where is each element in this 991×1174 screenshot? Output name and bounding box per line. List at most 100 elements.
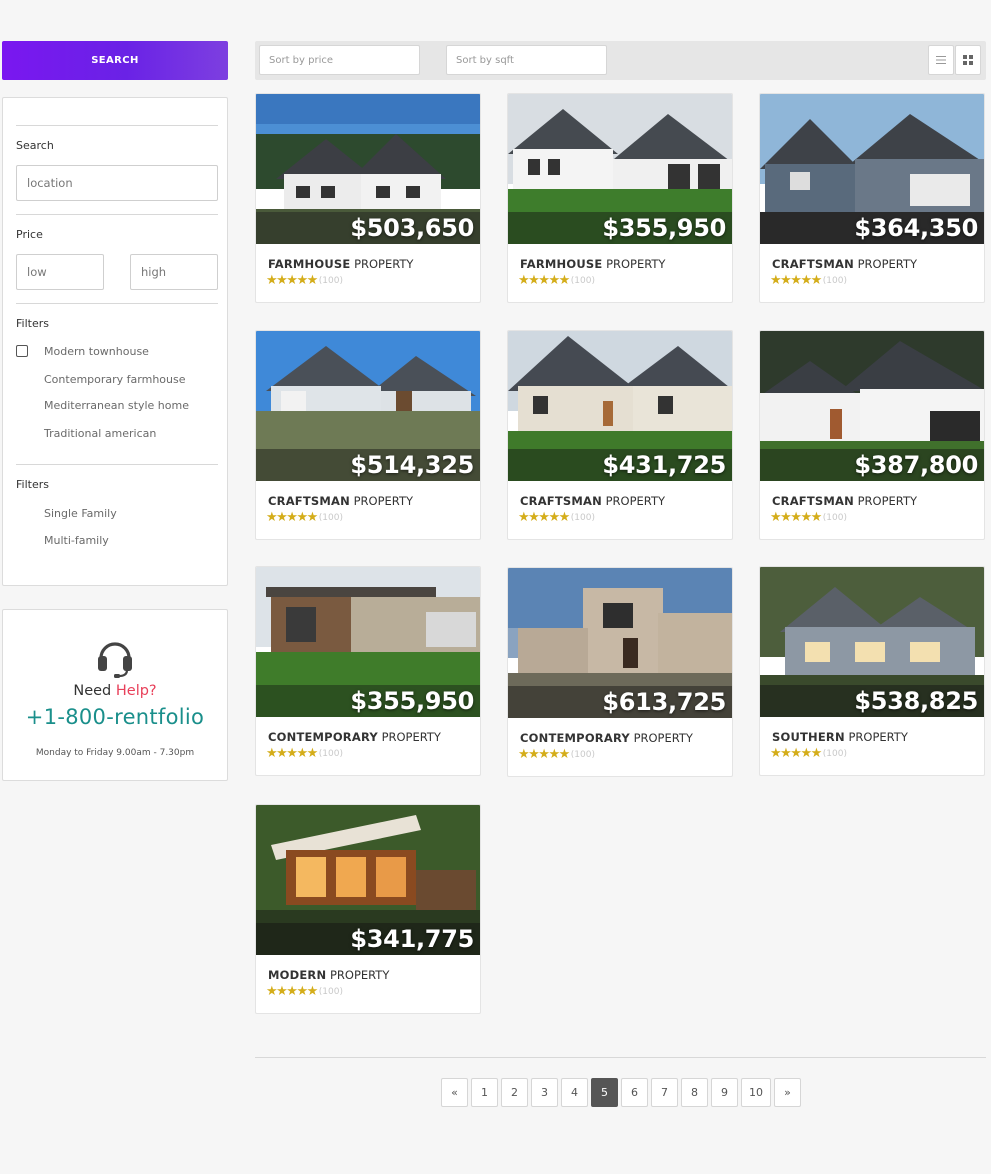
property-suffix: PROPERTY [857, 494, 917, 508]
property-card[interactable]: $538,825 SOUTHERN PROPERTY ★★★★★ (100) [759, 566, 985, 776]
star-icons: ★★★★★ [266, 984, 318, 999]
property-type: CONTEMPORARY PROPERTY [268, 730, 441, 744]
property-photo: $613,725 [508, 568, 732, 718]
review-count: (100) [318, 275, 343, 286]
property-suffix: PROPERTY [329, 968, 390, 982]
filters-label: Filters [16, 478, 49, 491]
sort-by-price-input[interactable] [259, 45, 420, 75]
property-price: $355,950 [350, 687, 474, 715]
property-photo: $355,950 [256, 567, 480, 717]
page-link-2[interactable]: 2 [501, 1078, 528, 1107]
property-rating: ★★★★★ (100) [518, 748, 595, 761]
pagination-prev[interactable]: « [441, 1078, 468, 1107]
property-photo: $341,775 [256, 805, 480, 955]
page-link-6[interactable]: 6 [621, 1078, 648, 1107]
star-icons: ★★★★★ [266, 746, 318, 761]
property-rating: ★★★★★ (100) [266, 747, 343, 760]
property-style: CONTEMPORARY [268, 730, 378, 744]
property-type: FARMHOUSE PROPERTY [520, 257, 665, 271]
property-style: FARMHOUSE [520, 257, 603, 271]
help-panel: Need Help? +1-800-rentfolio Monday to Fr… [2, 609, 228, 781]
star-icons: ★★★★★ [266, 510, 318, 525]
review-count: (100) [822, 512, 847, 523]
property-type: CRAFTSMAN PROPERTY [268, 494, 413, 508]
star-icons: ★★★★★ [518, 747, 570, 762]
pagination-next[interactable]: » [774, 1078, 801, 1107]
review-count: (100) [318, 748, 343, 759]
property-rating: ★★★★★ (100) [518, 511, 595, 524]
property-style: CONTEMPORARY [520, 731, 630, 745]
divider [16, 125, 218, 126]
search-label: Search [16, 139, 54, 152]
pagination-divider [255, 1057, 986, 1058]
filter-option-mediterranean[interactable]: Mediterranean style home [44, 399, 189, 412]
list-view-icon [936, 56, 946, 64]
property-suffix: PROPERTY [354, 257, 414, 271]
property-suffix: PROPERTY [381, 730, 441, 744]
list-view-button[interactable] [928, 45, 954, 75]
property-rating: ★★★★★ (100) [770, 274, 847, 287]
property-rating: ★★★★★ (100) [266, 274, 343, 287]
page-link-4[interactable]: 4 [561, 1078, 588, 1107]
property-suffix: PROPERTY [606, 257, 666, 271]
property-suffix: PROPERTY [605, 494, 665, 508]
price-low-input[interactable] [16, 254, 104, 290]
divider [16, 464, 218, 465]
page-link-1[interactable]: 1 [471, 1078, 498, 1107]
filter-option-contemporary-farmhouse[interactable]: Contemporary farmhouse [44, 373, 186, 386]
property-card[interactable]: $341,775 MODERN PROPERTY ★★★★★ (100) [255, 804, 481, 1014]
property-price: $613,725 [602, 688, 726, 716]
property-type: CRAFTSMAN PROPERTY [772, 257, 917, 271]
property-suffix: PROPERTY [857, 257, 917, 271]
property-suffix: PROPERTY [848, 730, 908, 744]
property-card[interactable]: $387,800 CRAFTSMAN PROPERTY ★★★★★ (100) [759, 330, 985, 540]
page-link-3[interactable]: 3 [531, 1078, 558, 1107]
review-count: (100) [570, 512, 595, 523]
pagination: « 1 2 3 4 5 6 7 8 9 10 » [441, 1078, 804, 1107]
filter-option-traditional-american[interactable]: Traditional american [44, 427, 156, 440]
grid-view-button[interactable] [955, 45, 981, 75]
filter-option-multi-family[interactable]: Multi-family [44, 534, 109, 547]
price-label: Price [16, 228, 43, 241]
search-button[interactable]: SEARCH [2, 41, 228, 80]
need-label: Need [73, 683, 112, 699]
page-link-9[interactable]: 9 [711, 1078, 738, 1107]
property-card[interactable]: $503,650 FARMHOUSE PROPERTY ★★★★★ (100) [255, 93, 481, 303]
headset-icon [98, 642, 132, 678]
star-icons: ★★★★★ [518, 510, 570, 525]
property-price: $503,650 [350, 214, 474, 242]
property-card[interactable]: $514,325 CRAFTSMAN PROPERTY ★★★★★ (100) [255, 330, 481, 540]
property-card[interactable]: $355,950 FARMHOUSE PROPERTY ★★★★★ (100) [507, 93, 733, 303]
property-type: CONTEMPORARY PROPERTY [520, 731, 693, 745]
property-rating: ★★★★★ (100) [266, 985, 343, 998]
page-link-5-current[interactable]: 5 [591, 1078, 618, 1107]
property-price: $364,350 [854, 214, 978, 242]
property-card[interactable]: $613,725 CONTEMPORARY PROPERTY ★★★★★ (100… [507, 567, 733, 777]
help-label: Help? [115, 683, 157, 699]
page-link-10[interactable]: 10 [741, 1078, 771, 1107]
property-photo: $355,950 [508, 94, 732, 244]
location-input[interactable] [16, 165, 218, 201]
filter-option-modern-townhouse[interactable]: Modern townhouse [44, 345, 149, 358]
sort-by-sqft-input[interactable] [446, 45, 607, 75]
property-price: $387,800 [854, 451, 978, 479]
phone-number[interactable]: +1-800-rentfolio [3, 705, 227, 729]
property-photo: $431,725 [508, 331, 732, 481]
property-card[interactable]: $355,950 CONTEMPORARY PROPERTY ★★★★★ (100… [255, 566, 481, 776]
star-icons: ★★★★★ [518, 273, 570, 288]
modern-townhouse-checkbox[interactable] [16, 345, 28, 357]
property-price: $355,950 [602, 214, 726, 242]
property-price: $514,325 [350, 451, 474, 479]
property-suffix: PROPERTY [353, 494, 413, 508]
page-link-7[interactable]: 7 [651, 1078, 678, 1107]
property-card[interactable]: $431,725 CRAFTSMAN PROPERTY ★★★★★ (100) [507, 330, 733, 540]
page-link-8[interactable]: 8 [681, 1078, 708, 1107]
property-price: $341,775 [350, 925, 474, 953]
property-type: MODERN PROPERTY [268, 968, 389, 982]
star-icons: ★★★★★ [770, 273, 822, 288]
filter-option-single-family[interactable]: Single Family [44, 507, 117, 520]
property-type: SOUTHERN PROPERTY [772, 730, 908, 744]
property-photo: $364,350 [760, 94, 984, 244]
property-card[interactable]: $364,350 CRAFTSMAN PROPERTY ★★★★★ (100) [759, 93, 985, 303]
price-high-input[interactable] [130, 254, 218, 290]
